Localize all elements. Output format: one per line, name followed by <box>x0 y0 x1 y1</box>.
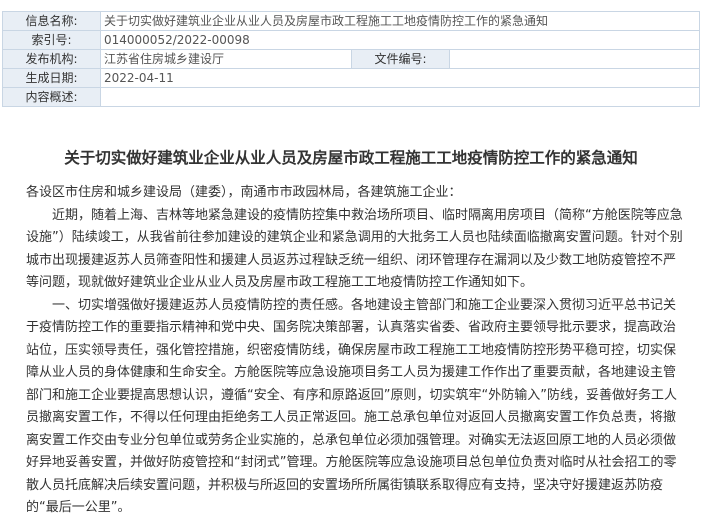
info-row-index: 索引号: 014000052/2022-00098 <box>2 30 701 50</box>
info-row-title: 信息名称: 关于切实做好建筑业企业从业人员及房屋市政工程施工工地疫情防控工作的紧… <box>2 11 701 31</box>
info-summary-label: 内容概述: <box>2 87 101 107</box>
document-title: 关于切实做好建筑业企业从业人员及房屋市政工程施工工地疫情防控工作的紧急通知 <box>64 149 638 167</box>
info-title-label: 信息名称: <box>2 11 101 31</box>
info-date-value: 2022-04-11 <box>99 68 701 88</box>
info-summary-value <box>99 87 701 107</box>
document-body: 各设区市住房和城乡建设局（建委），南通市市政园林局，各建筑施工企业： 近期，随着… <box>26 182 686 520</box>
info-row-date: 生成日期: 2022-04-11 <box>2 68 701 88</box>
info-table: 信息名称: 关于切实做好建筑业企业从业人员及房屋市政工程施工工地疫情防控工作的紧… <box>2 11 701 107</box>
paragraph-section-1: 一、切实增强做好援建返苏人员疫情防控的责任感。各地建设主管部门和施工企业要深入贯… <box>26 297 677 516</box>
info-index-label: 索引号: <box>2 30 101 50</box>
info-row-summary: 内容概述: <box>2 87 701 107</box>
info-docno-value <box>448 49 701 69</box>
salutation: 各设区市住房和城乡建设局（建委），南通市市政园林局，各建筑施工企业： <box>26 185 462 200</box>
info-date-label: 生成日期: <box>2 68 101 88</box>
info-publisher-label: 发布机构: <box>2 49 101 69</box>
info-row-publisher: 发布机构: 江苏省住房城乡建设厅 文件编号: <box>2 49 701 69</box>
info-publisher-value: 江苏省住房城乡建设厅 <box>100 49 352 69</box>
info-docno-label: 文件编号: <box>351 49 450 69</box>
info-index-value: 014000052/2022-00098 <box>99 30 701 50</box>
info-title-value: 关于切实做好建筑业企业从业人员及房屋市政工程施工工地疫情防控工作的紧急通知 <box>99 11 701 31</box>
paragraph-intro: 近期，随着上海、吉林等地紧急建设的疫情防控集中救治场所项目、临时隔离用房项目（简… <box>26 207 683 291</box>
